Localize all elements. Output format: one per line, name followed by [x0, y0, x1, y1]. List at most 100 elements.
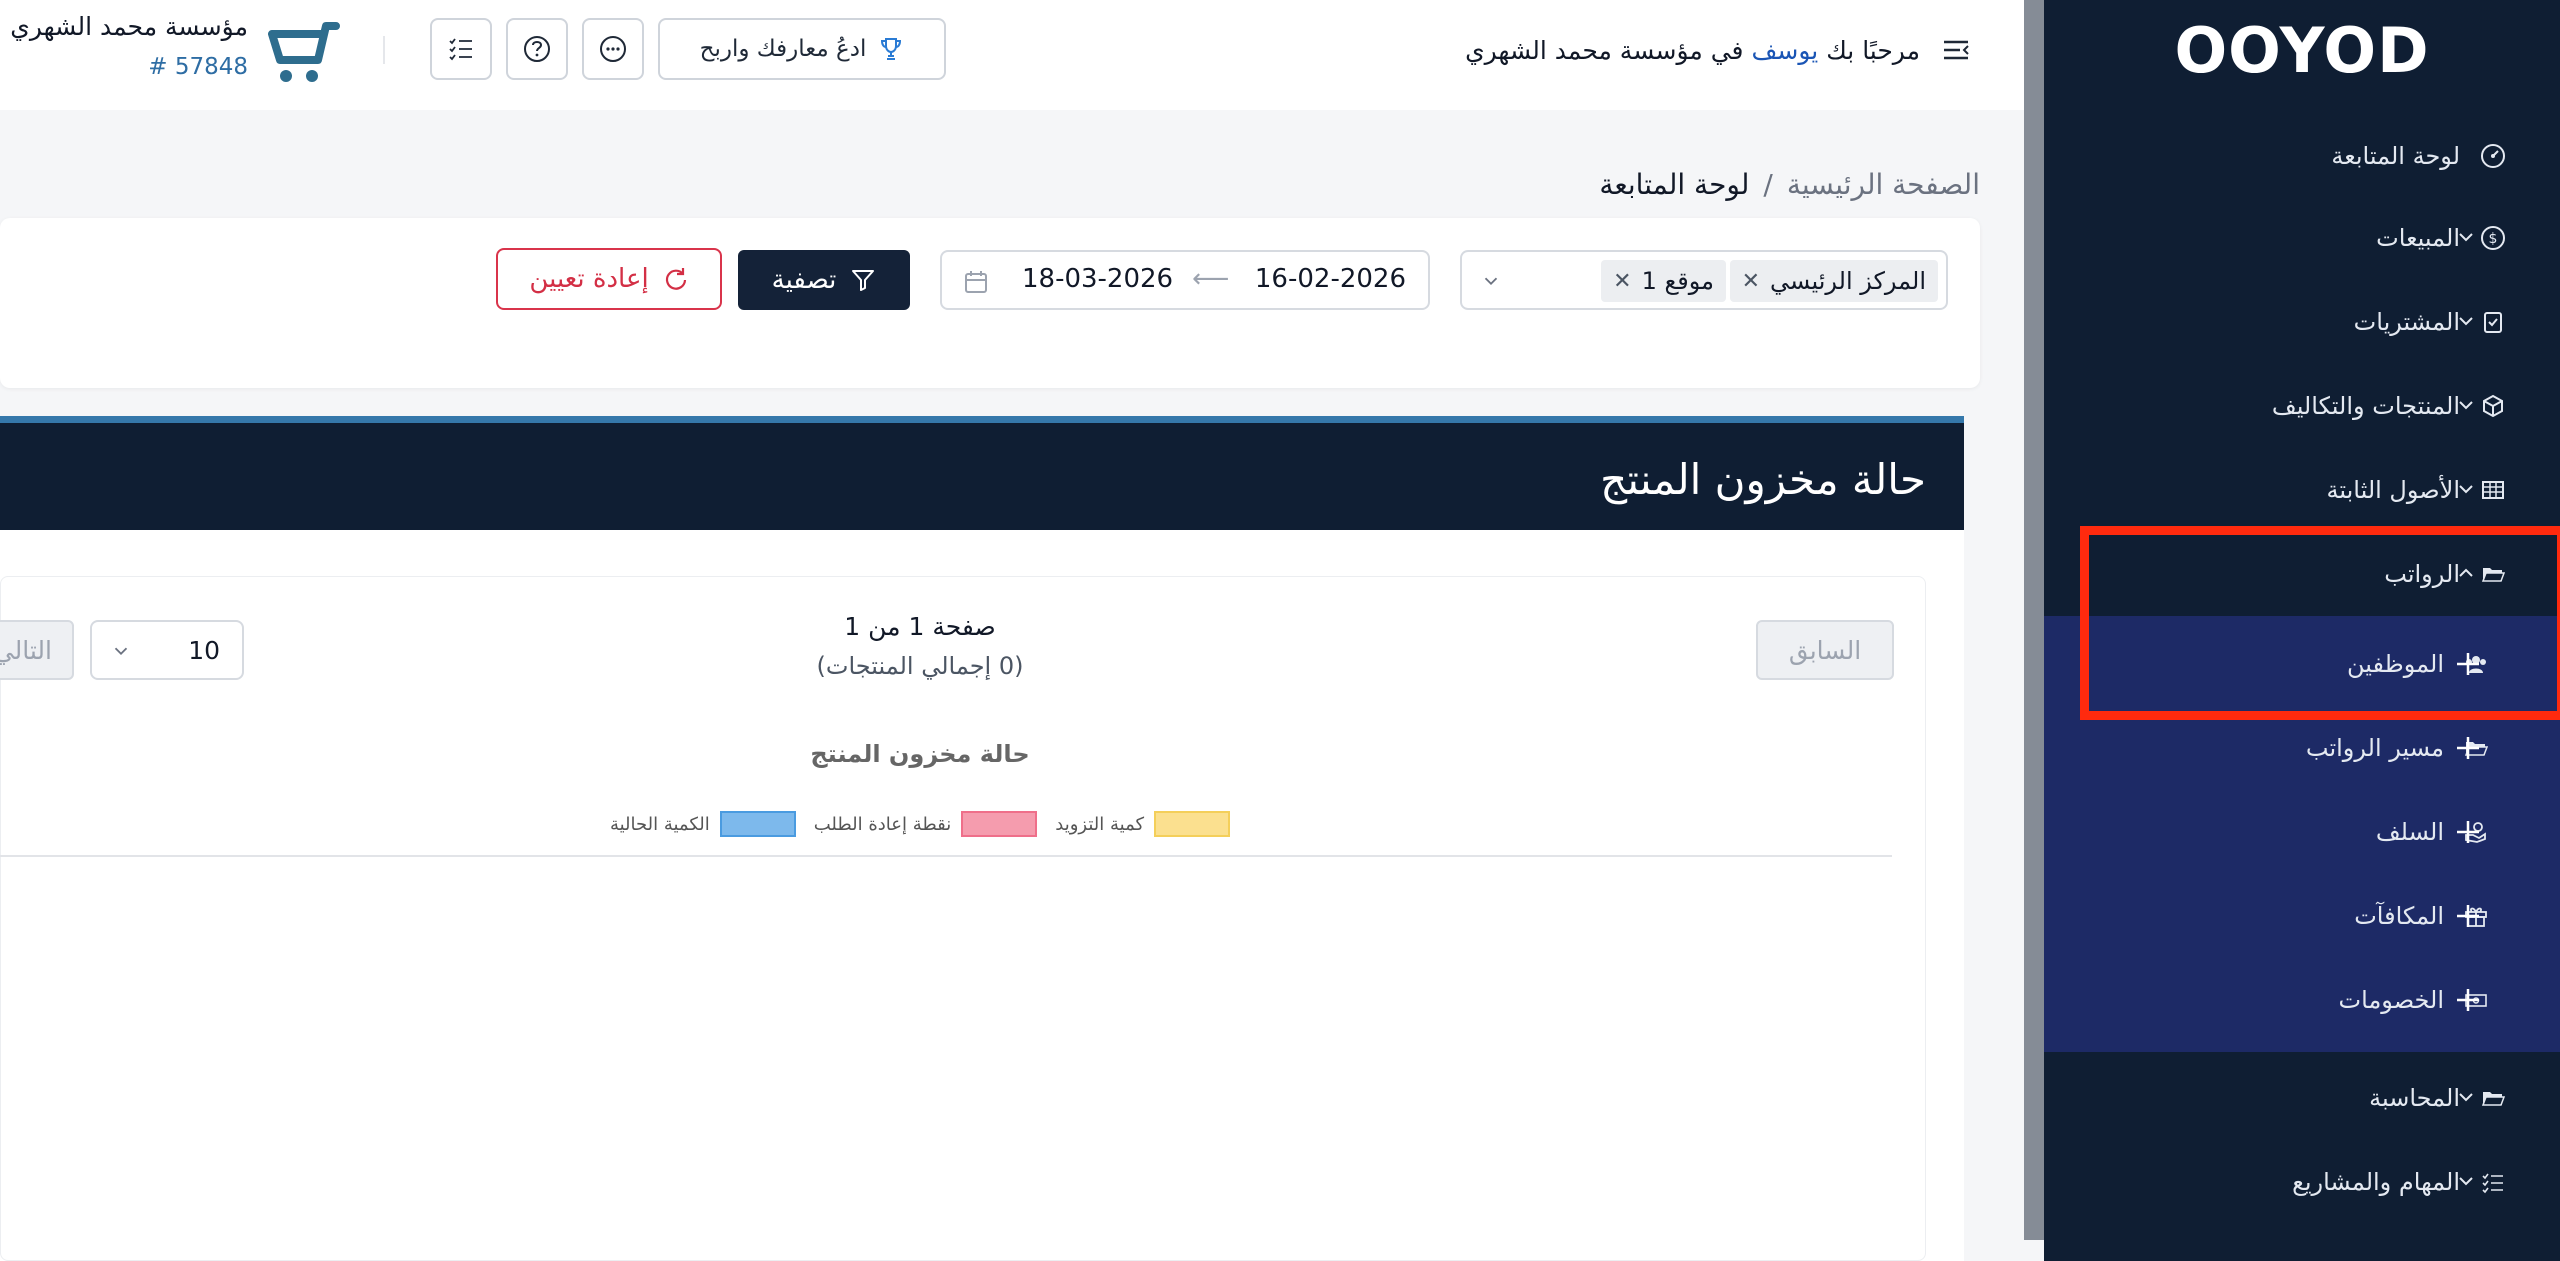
- plus-icon[interactable]: [2452, 984, 2484, 1016]
- page-size-select[interactable]: 10: [90, 620, 244, 680]
- legend-item[interactable]: كمية التزويد: [1055, 811, 1231, 837]
- sidebar-item-accounting[interactable]: المحاسبة: [2044, 1056, 2560, 1140]
- remove-tag-icon[interactable]: ✕: [1613, 269, 1631, 294]
- sidebar-item-label: المشتريات: [2353, 308, 2460, 336]
- reset-button[interactable]: إعادة تعيين: [496, 248, 722, 310]
- sidebar-item-label: المبيعات: [2376, 224, 2460, 252]
- welcome-prefix: مرحبًا بك: [1826, 35, 1920, 65]
- chart-legend: كمية التزويد نقطة إعادة الطلب الكمية الح…: [560, 806, 1280, 842]
- sidebar-item-sales[interactable]: $ المبيعات: [2044, 196, 2560, 280]
- invite-friends-button[interactable]: ادعُ معارفك واربح: [658, 18, 946, 80]
- location-tag-label: المركز الرئيسي: [1770, 267, 1926, 295]
- chart-baseline: [0, 855, 1892, 857]
- breadcrumb-current: لوحة المتابعة: [1599, 167, 1750, 201]
- location-tag-label: موقع 1: [1641, 267, 1714, 295]
- location-tag: المركز الرئيسي ✕: [1729, 260, 1938, 302]
- menu-toggle-icon[interactable]: [1940, 34, 1972, 66]
- sidebar-item-purchases[interactable]: المشتريات: [2044, 280, 2560, 364]
- company-id: # 57848: [148, 54, 248, 80]
- tasks-button[interactable]: [430, 18, 492, 80]
- chevron-down-icon: [2459, 1093, 2473, 1102]
- page-info: صفحة 1 من 1: [844, 612, 996, 641]
- submenu-item-advances[interactable]: السلف: [2044, 790, 2560, 874]
- legend-item[interactable]: الكمية الحالية: [610, 811, 796, 837]
- remove-tag-icon[interactable]: ✕: [1742, 269, 1760, 294]
- filter-label: تصفية: [771, 265, 837, 295]
- company-name[interactable]: مؤسسة محمد الشهري: [0, 12, 248, 48]
- range-arrow-icon: ⟵: [1192, 264, 1230, 294]
- sidebar-item-dashboard[interactable]: لوحة المتابعة: [2044, 114, 2560, 198]
- svg-text:$: $: [2489, 231, 2498, 247]
- chevron-down-icon: [2459, 485, 2473, 494]
- logo[interactable]: OOYOD: [2044, 10, 2560, 90]
- chevron-down-icon: [2459, 401, 2473, 410]
- chart-title: حالة مخزون المنتج: [810, 740, 1030, 768]
- submenu-item-label: المكافآت: [2354, 902, 2444, 930]
- previous-page-button[interactable]: السابق: [1756, 620, 1894, 680]
- chevron-down-icon: [2459, 233, 2473, 242]
- plus-icon[interactable]: [2452, 900, 2484, 932]
- cart-icon[interactable]: [260, 20, 340, 86]
- date-from[interactable]: 16-02-2026: [1255, 264, 1406, 294]
- legend-item[interactable]: نقطة إعادة الطلب: [814, 811, 1038, 837]
- submenu-item-bonuses[interactable]: المكافآت: [2044, 874, 2560, 958]
- folder-open-icon: [2478, 1083, 2508, 1113]
- plus-icon[interactable]: [2452, 816, 2484, 848]
- reset-label: إعادة تعيين: [529, 264, 649, 294]
- chevron-down-icon[interactable]: [1480, 270, 1502, 292]
- sidebar-item-products[interactable]: المنتجات والتكاليف: [2044, 364, 2560, 448]
- refresh-icon: [665, 268, 686, 290]
- help-button[interactable]: [506, 18, 568, 80]
- divider: [383, 36, 385, 64]
- highlight-annotation: [2080, 526, 2560, 720]
- legend-label: كمية التزويد: [1055, 813, 1145, 835]
- scrollbar-track[interactable]: [2024, 0, 2044, 1240]
- sidebar-item-label: المحاسبة: [2369, 1084, 2460, 1112]
- submenu-item-label: الخصومات: [2338, 986, 2444, 1014]
- welcome-message: مرحبًا بك يوسف في مؤسسة محمد الشهري: [1420, 28, 1920, 72]
- checklist-icon: [449, 38, 472, 61]
- sidebar-item-label: الأصول الثابتة: [2326, 476, 2460, 504]
- date-range-picker[interactable]: 16-02-2026 ⟵ 18-03-2026: [940, 250, 1430, 310]
- section-title: حالة مخزون المنتج: [1600, 455, 1926, 504]
- plus-icon[interactable]: [2452, 732, 2484, 764]
- table-icon: [2478, 475, 2508, 505]
- sidebar-item-tasks[interactable]: المهام والمشاريع: [2044, 1140, 2560, 1224]
- chevron-down-icon: [114, 647, 128, 656]
- user-name: يوسف: [1751, 35, 1819, 65]
- trophy-icon: [881, 38, 902, 60]
- sidebar: OOYOD لوحة المتابعة $ المبيعات المشتريات…: [2044, 0, 2560, 1261]
- checklist-icon: [2478, 1167, 2508, 1197]
- legend-label: الكمية الحالية: [609, 813, 710, 835]
- chat-button[interactable]: [582, 18, 644, 80]
- breadcrumb: الصفحة الرئيسية / لوحة المتابعة: [1560, 164, 1980, 204]
- submenu-item-label: مسير الرواتب: [2305, 734, 2444, 762]
- clipboard-check-icon: [2478, 307, 2508, 337]
- legend-swatch: [961, 811, 1038, 837]
- location-select[interactable]: المركز الرئيسي ✕ موقع 1 ✕: [1460, 250, 1948, 310]
- legend-swatch: [719, 811, 796, 837]
- dollar-icon: $: [2478, 223, 2508, 253]
- chat-icon: [600, 36, 626, 62]
- stock-section-header: حالة مخزون المنتج: [0, 416, 1964, 530]
- calendar-icon: [965, 271, 987, 293]
- date-to[interactable]: 18-03-2026: [1022, 264, 1173, 294]
- breadcrumb-home[interactable]: الصفحة الرئيسية: [1787, 168, 1980, 201]
- breadcrumb-separator: /: [1763, 167, 1773, 201]
- box-icon: [2478, 391, 2508, 421]
- gauge-icon: [2478, 141, 2508, 171]
- next-page-button[interactable]: التالي: [0, 620, 74, 680]
- help-icon: [524, 36, 550, 62]
- sidebar-item-fixed-assets[interactable]: الأصول الثابتة: [2044, 448, 2560, 532]
- submenu-item-label: السلف: [2375, 818, 2444, 846]
- invite-label: ادعُ معارفك واربح: [699, 36, 867, 62]
- sidebar-item-label: المهام والمشاريع: [2292, 1168, 2460, 1196]
- filter-button[interactable]: تصفية: [738, 250, 910, 310]
- legend-swatch: [1154, 811, 1231, 837]
- top-bar: مرحبًا بك يوسف في مؤسسة محمد الشهري ادعُ…: [0, 0, 2024, 110]
- sidebar-item-label: المنتجات والتكاليف: [2271, 392, 2460, 420]
- chevron-down-icon: [2459, 1177, 2473, 1186]
- legend-label: نقطة إعادة الطلب: [813, 813, 952, 835]
- welcome-suffix: في مؤسسة محمد الشهري: [1465, 35, 1744, 65]
- submenu-item-deductions[interactable]: الخصومات: [2044, 958, 2560, 1042]
